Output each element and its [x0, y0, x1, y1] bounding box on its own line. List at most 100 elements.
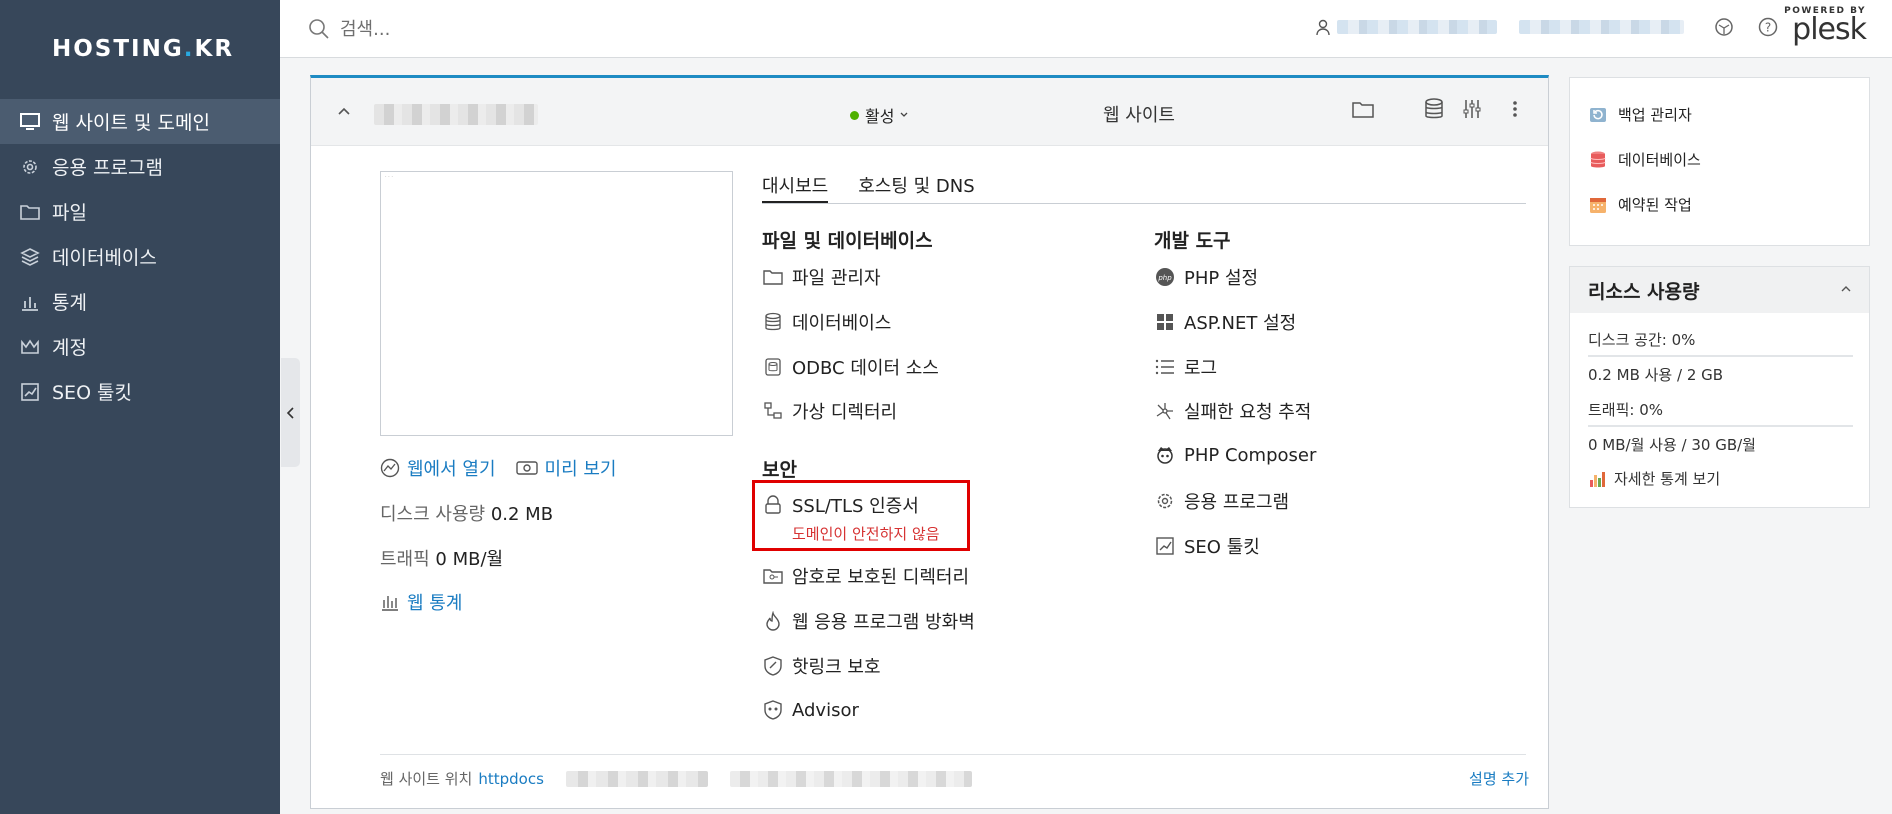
status-dot [850, 110, 859, 120]
trend-icon [19, 381, 41, 403]
status-dropdown[interactable]: 활성 [850, 103, 909, 127]
site-type-label: 웹 사이트 [1103, 105, 1175, 126]
open-in-web-link[interactable]: 웹에서 열기 [380, 455, 496, 481]
backup-manager-link[interactable]: 백업 관리자 [1588, 104, 1692, 125]
domain-name-redacted[interactable] [374, 104, 538, 125]
databases-side-link[interactable]: 데이터베이스 [1588, 149, 1701, 170]
virtual-directories-link[interactable]: 가상 디렉터리 [762, 398, 897, 424]
top-bar: ? POWERED BY plesk [280, 0, 1892, 58]
database-icon [1590, 151, 1606, 167]
password-protected-directories-link[interactable]: 암호로 보호된 디렉터리 [762, 563, 969, 589]
applications-link[interactable]: 응용 프로그램 [1154, 488, 1289, 514]
traffic-label: 트래픽: 0% [1588, 401, 1664, 419]
tab-dashboard[interactable]: 대시보드 [762, 172, 829, 203]
web-stats-link[interactable]: 웹 통계 [380, 589, 462, 615]
settings-sliders-icon[interactable] [1462, 98, 1482, 120]
backup-icon [1590, 107, 1606, 122]
php-settings-link[interactable]: php PHP 설정 [1154, 264, 1258, 290]
help-icon[interactable]: ? [1758, 17, 1778, 37]
add-description-link[interactable]: 설명 추가 [1469, 768, 1529, 789]
domain-actions [1330, 98, 1518, 120]
list-icon [1154, 356, 1176, 378]
search-input[interactable] [340, 18, 700, 40]
preview-link[interactable]: 미리 보기 [515, 455, 617, 481]
search-box [308, 14, 728, 44]
sidebar-item-label: 통계 [52, 292, 87, 314]
shield-link-icon [762, 655, 784, 677]
detailed-stats-link[interactable]: 자세한 통계 보기 [1588, 468, 1720, 489]
location-path-redacted [565, 770, 708, 787]
sidebar-item-statistics[interactable]: 통계 [0, 279, 280, 324]
web-app-firewall-link[interactable]: 웹 응용 프로그램 방화벽 [762, 608, 975, 634]
sidebar-item-databases[interactable]: 데이터베이스 [0, 234, 280, 279]
sidebar-item-account[interactable]: 계정 [0, 324, 280, 369]
subscription-redacted[interactable] [1519, 20, 1684, 34]
user-name-redacted[interactable] [1337, 20, 1497, 34]
network-icon [1154, 400, 1176, 422]
search-icon [309, 19, 329, 39]
seo-toolkit-link[interactable]: SEO 툴킷 [1154, 533, 1260, 559]
database-icon [762, 311, 784, 333]
brand-logo[interactable]: HOSTING.KR [52, 36, 234, 62]
ssl-tls-certificates-link[interactable]: SSL/TLS 인증서 [762, 492, 919, 518]
plesk-logo[interactable]: POWERED BY plesk [1784, 6, 1867, 45]
domain-header: 활성 웹 사이트 [311, 78, 1548, 146]
sidebar-item-websites-domains[interactable]: 웹 사이트 및 도메인 [0, 99, 280, 144]
sidebar-item-label: SEO 툴킷 [52, 382, 133, 404]
sidebar-item-files[interactable]: 파일 [0, 189, 280, 234]
section-dev-tools-title: 개발 도구 [1154, 230, 1231, 252]
file-manager-link[interactable]: 파일 관리자 [762, 264, 881, 290]
sidebar-item-label: 응용 프로그램 [52, 157, 163, 179]
domain-panel: 활성 웹 사이트 · · · 웹에서 열기 미리 보기 디스크 사용량 0.2 … [310, 75, 1549, 809]
sidebar-item-seo-toolkit[interactable]: SEO 툴킷 [0, 369, 280, 414]
monitor-icon [19, 111, 41, 133]
sidebar-item-label: 데이터베이스 [52, 247, 157, 269]
scheduled-tasks-link[interactable]: 예약된 작업 [1588, 194, 1692, 215]
logs-link[interactable]: 로그 [1154, 354, 1217, 380]
community-icon[interactable] [1714, 17, 1734, 37]
hotlink-protection-link[interactable]: 핫링크 보호 [762, 653, 881, 679]
resource-usage-header[interactable]: 리소스 사용량 [1570, 267, 1869, 313]
bar-chart-icon [19, 291, 41, 313]
disk-usage-detail: 0.2 MB 사용 / 2 GB [1588, 366, 1724, 384]
advisor-link[interactable]: Advisor [762, 699, 859, 721]
windows-icon [1154, 311, 1176, 333]
folder-icon[interactable] [1352, 100, 1374, 118]
disk-usage-bar [1588, 355, 1853, 357]
database-icon[interactable] [1424, 98, 1444, 120]
traffic-usage-bar [1588, 425, 1853, 427]
colorful-chart-icon [1590, 471, 1605, 487]
advisor-icon [762, 699, 784, 721]
disk-space-label: 디스크 공간: 0% [1588, 331, 1696, 349]
domain-tabs: 대시보드 호스팅 및 DNS [762, 172, 1526, 204]
sidebar: HOSTING.KR 웹 사이트 및 도메인 응용 프로그램 파일 데이터베이스… [0, 0, 280, 814]
chevron-left-icon [286, 406, 294, 419]
calendar-icon [1590, 197, 1606, 213]
sidebar-collapse-handle[interactable] [281, 358, 300, 467]
php-composer-link[interactable]: PHP Composer [1154, 444, 1316, 466]
databases-link[interactable]: 데이터베이스 [762, 309, 891, 335]
site-location: 웹 사이트 위치 httpdocs [380, 768, 972, 789]
folder-key-icon [762, 565, 784, 587]
more-menu-icon[interactable] [1512, 99, 1518, 119]
user-icon [1316, 19, 1330, 36]
sitemap-icon [762, 400, 784, 422]
site-preview-thumbnail[interactable]: · · · [380, 171, 733, 436]
ip-address-redacted [729, 770, 972, 787]
aspnet-settings-link[interactable]: ASP.NET 설정 [1154, 309, 1296, 335]
chevron-up-icon[interactable] [335, 102, 353, 120]
side-links-card: 백업 관리자 데이터베이스 예약된 작업 [1569, 77, 1870, 246]
failed-request-tracing-link[interactable]: 실패한 요청 추적 [1154, 398, 1311, 424]
chevron-up-icon[interactable] [1839, 282, 1853, 296]
odbc-data-sources-link[interactable]: ODBC 데이터 소스 [762, 354, 939, 380]
httpdocs-link[interactable]: httpdocs [478, 770, 544, 788]
gear-icon [19, 156, 41, 178]
sidebar-item-label: 웹 사이트 및 도메인 [52, 112, 210, 134]
user-area: ? [1315, 17, 1778, 37]
sidebar-item-applications[interactable]: 응용 프로그램 [0, 144, 280, 189]
tab-hosting-dns[interactable]: 호스팅 및 DNS [858, 172, 974, 203]
svg-text:php: php [1157, 274, 1172, 282]
crown-icon [19, 336, 41, 358]
traffic-usage: 트래픽 0 MB/월 [380, 549, 504, 570]
php-icon: php [1154, 266, 1176, 288]
